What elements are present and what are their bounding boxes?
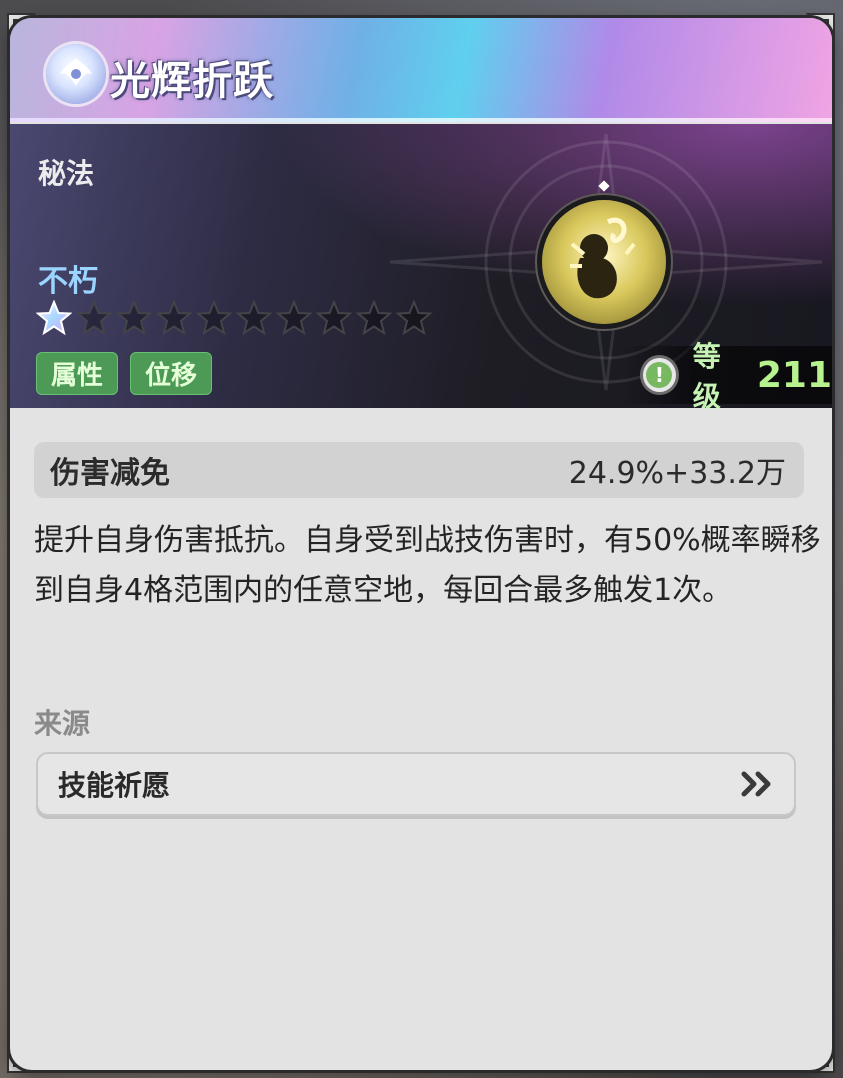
star-empty-icon bbox=[396, 300, 432, 336]
star-empty-icon bbox=[156, 300, 192, 336]
skill-tags: 属性 位移 bbox=[36, 352, 213, 395]
stat-value: 24.9%+33.2万 bbox=[568, 456, 786, 491]
star-rating bbox=[36, 300, 432, 336]
skill-category: 秘法 bbox=[38, 157, 95, 190]
star-empty-icon bbox=[276, 300, 312, 336]
skill-portrait-icon bbox=[542, 200, 666, 324]
star-filled-icon bbox=[36, 300, 72, 336]
skill-rarity-label: 不朽 bbox=[38, 264, 98, 299]
star-empty-icon bbox=[316, 300, 352, 336]
star-empty-icon bbox=[236, 300, 272, 336]
level-value: 211 bbox=[756, 354, 832, 396]
source-button-label: 技能祈愿 bbox=[58, 769, 171, 802]
star-empty-icon bbox=[76, 300, 112, 336]
level-label: 等级 bbox=[692, 340, 721, 413]
stat-name: 伤害减免 bbox=[50, 456, 170, 491]
skill-detail-card: 光辉折跃 秘法 不朽 属性 位移 ! 等级 211 伤害减免 24.9%+33.… bbox=[10, 18, 832, 1070]
alert-icon[interactable]: ! bbox=[640, 355, 679, 395]
star-empty-icon bbox=[196, 300, 232, 336]
skill-tag: 属性 bbox=[36, 352, 119, 395]
skill-banner: 秘法 不朽 属性 位移 ! 等级 211 bbox=[10, 124, 832, 413]
level-indicator: ! 等级 211 bbox=[620, 340, 832, 413]
star-empty-icon bbox=[116, 300, 152, 336]
double-chevron-right-icon bbox=[741, 771, 771, 797]
source-section-label: 来源 bbox=[34, 707, 91, 740]
stat-row: 伤害减免 24.9%+33.2万 bbox=[34, 442, 804, 498]
alert-symbol: ! bbox=[646, 362, 673, 388]
skill-tag: 位移 bbox=[130, 352, 213, 395]
skill-description: 提升自身伤害抵抗。自身受到战技伤害时，有50%概率瞬移到自身4格范围内的任意空地… bbox=[34, 523, 821, 608]
skill-type-emblem-icon bbox=[46, 44, 106, 104]
card-header: 光辉折跃 bbox=[10, 18, 832, 122]
source-skill-wish-button[interactable]: 技能祈愿 bbox=[36, 752, 796, 816]
star-empty-icon bbox=[356, 300, 392, 336]
skill-title: 光辉折跃 bbox=[110, 58, 274, 104]
